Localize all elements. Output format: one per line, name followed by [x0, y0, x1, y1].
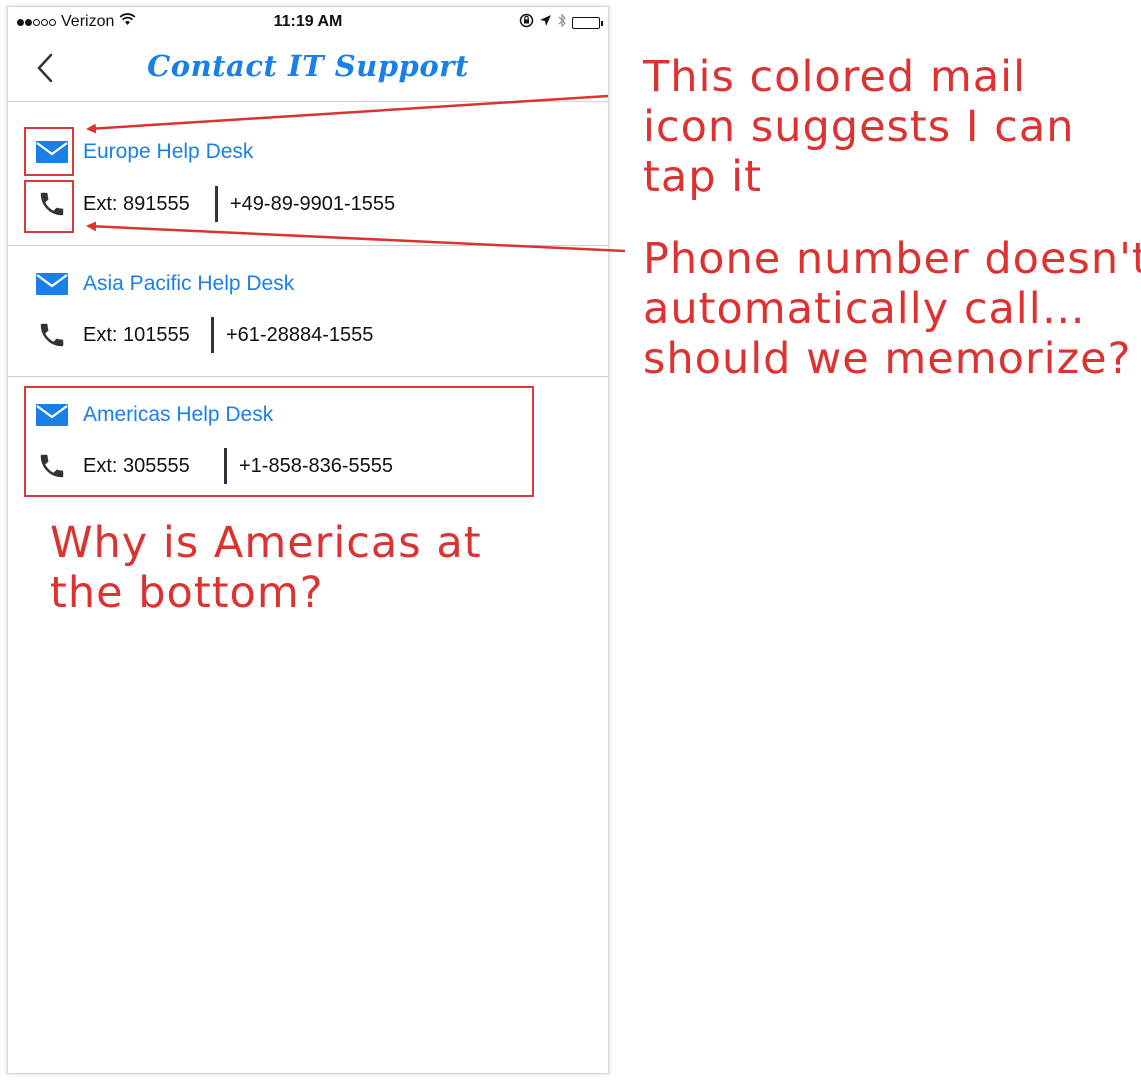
mail-arrow — [86, 94, 609, 134]
annotation-mail-note: This colored mail icon suggests I can ta… — [643, 52, 1075, 202]
annotation-phone-note: Phone number doesn't automatically call…… — [643, 234, 1141, 384]
annotation-order-note: Why is Americas at the bottom? — [50, 518, 482, 618]
phone-arrow — [86, 221, 626, 253]
